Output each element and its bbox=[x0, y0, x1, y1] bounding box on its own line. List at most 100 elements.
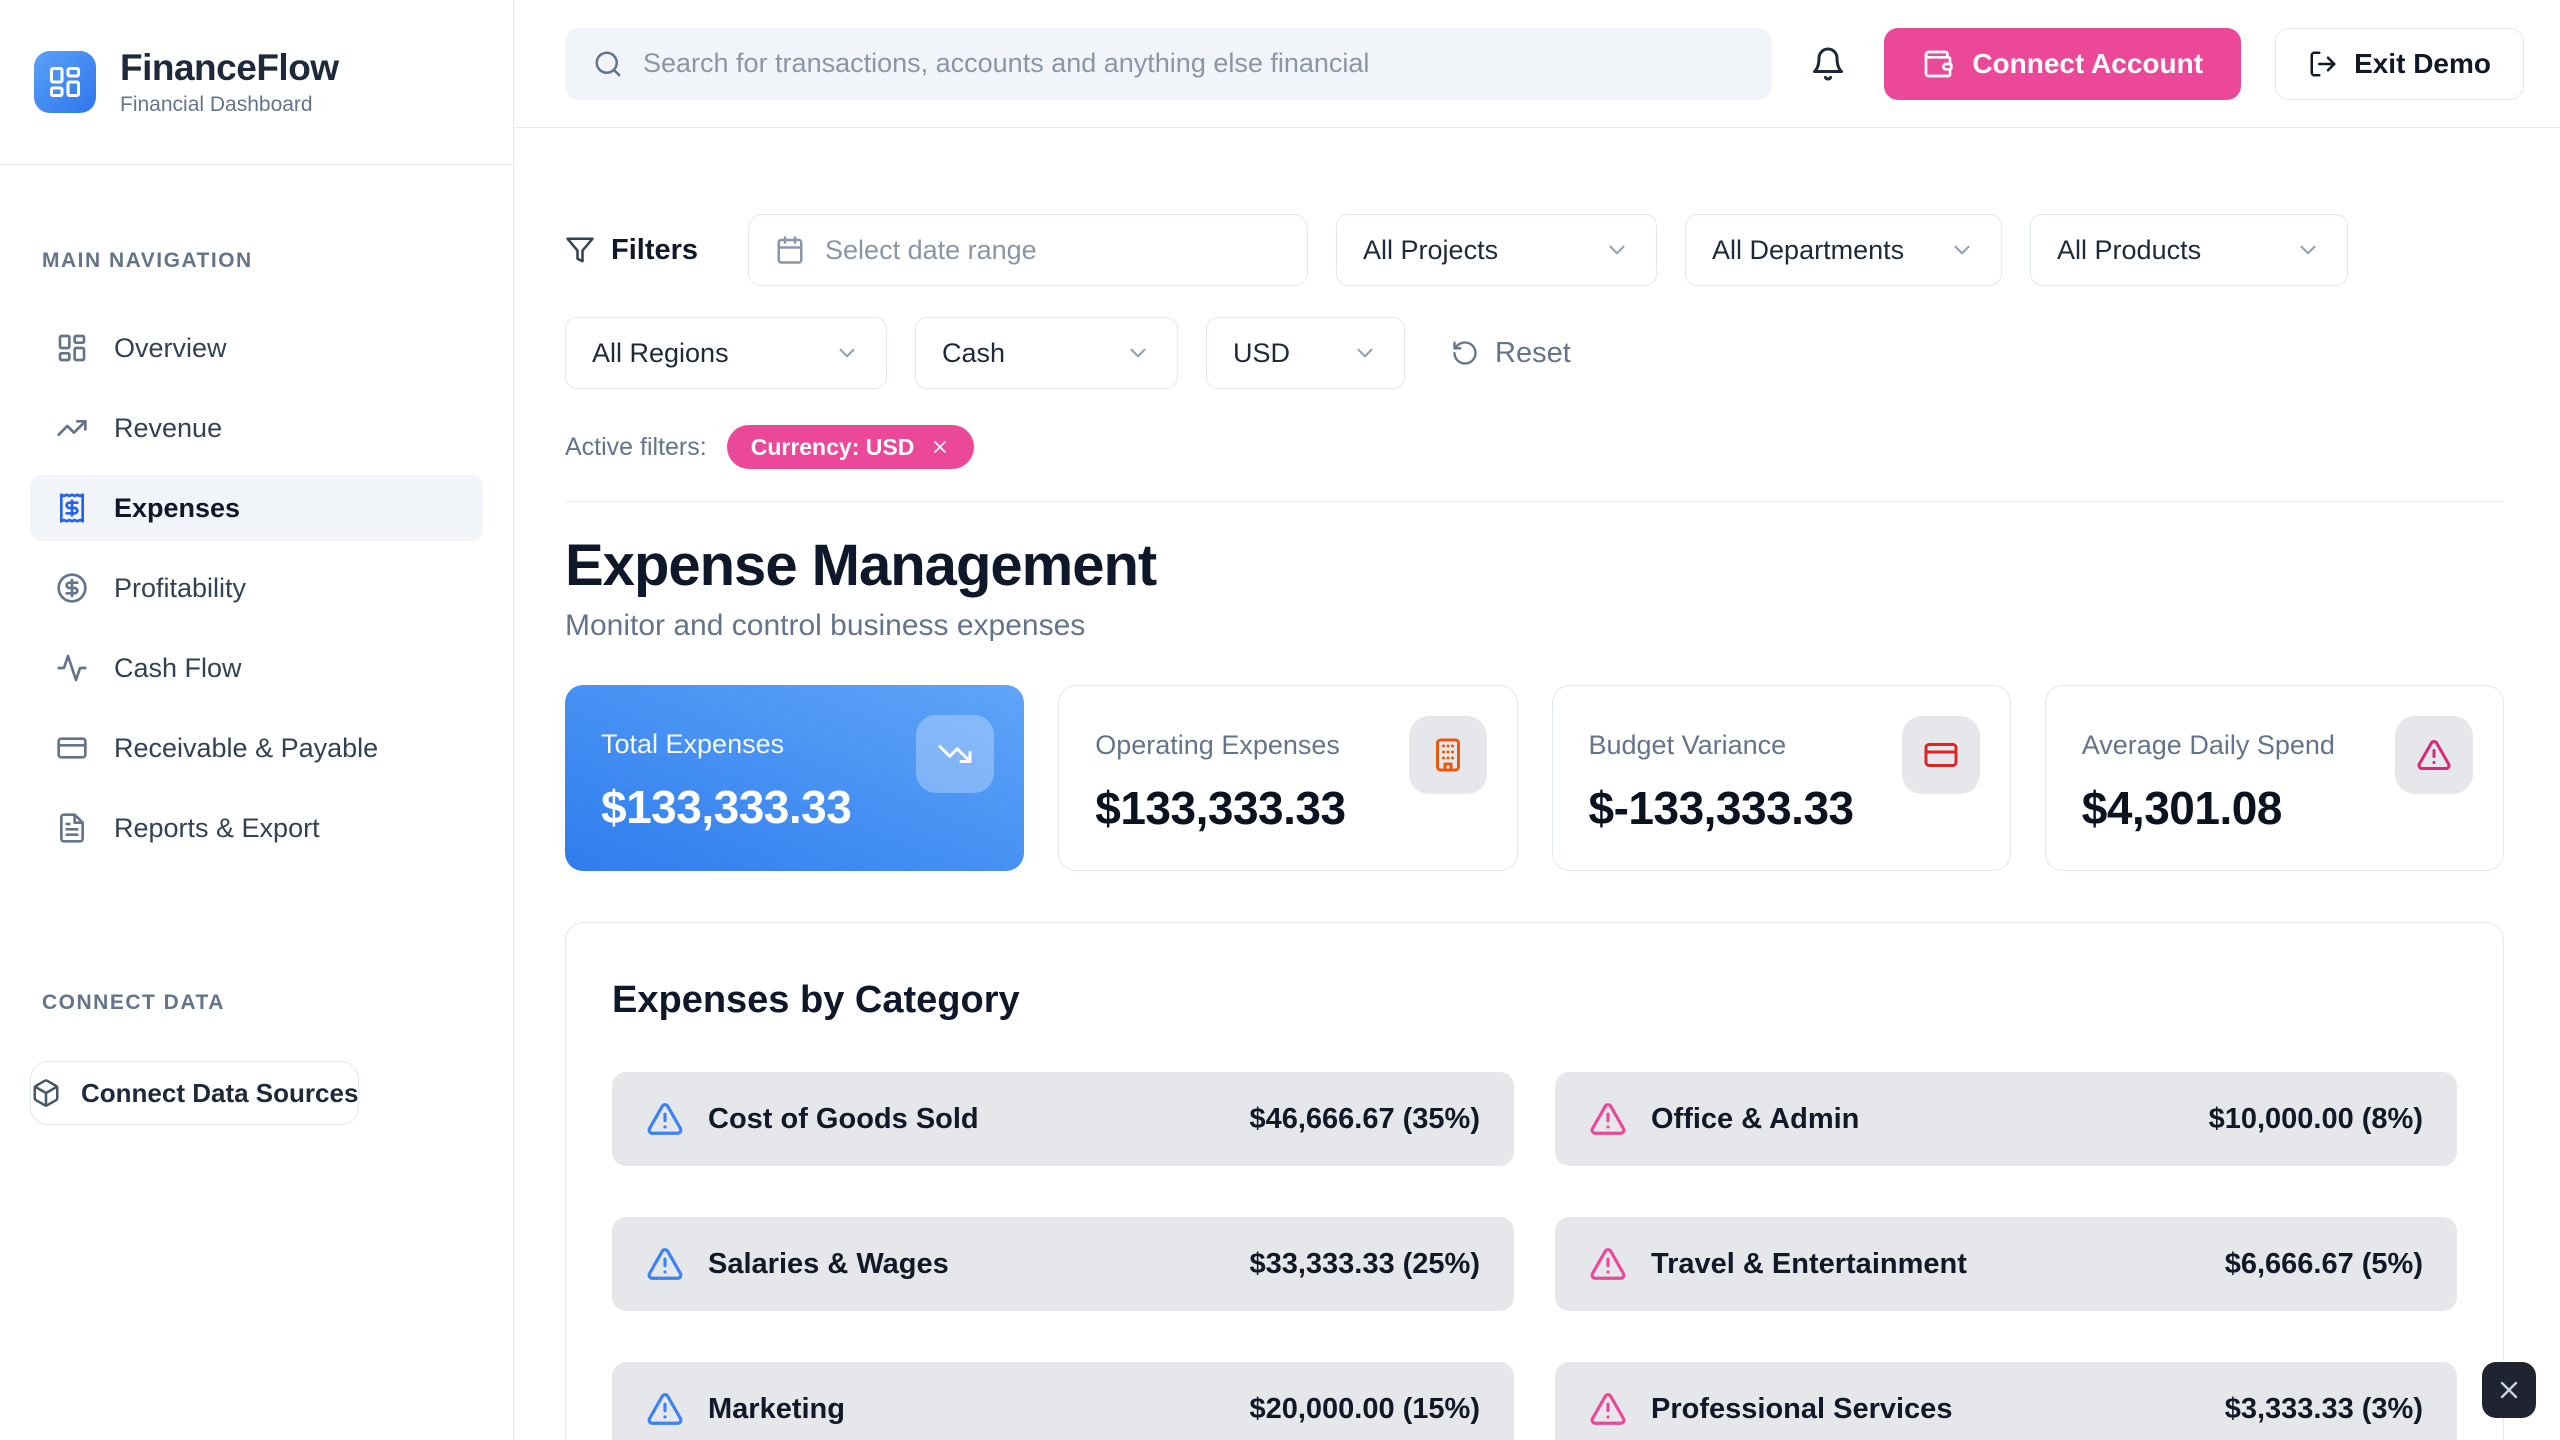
search-bar bbox=[565, 28, 1772, 100]
circle-dollar-icon bbox=[56, 572, 88, 604]
accounting-basis-dropdown[interactable]: Cash bbox=[915, 317, 1178, 389]
category-name: Cost of Goods Sold bbox=[708, 1103, 979, 1136]
accounting-basis-value: Cash bbox=[942, 338, 1005, 369]
stat-card-total-expenses[interactable]: Total Expenses $133,333.33 bbox=[565, 685, 1024, 871]
app-tagline: Financial Dashboard bbox=[120, 93, 339, 117]
category-value: $10,000.00 (8%) bbox=[2209, 1103, 2423, 1136]
category-name: Marketing bbox=[708, 1393, 845, 1426]
remove-filter-button[interactable] bbox=[930, 437, 950, 457]
active-filters-label: Active filters: bbox=[565, 433, 707, 462]
regions-dropdown[interactable]: All Regions bbox=[565, 317, 887, 389]
category-value: $33,333.33 (25%) bbox=[1249, 1248, 1480, 1281]
connect-data-sources-button[interactable]: Connect Data Sources bbox=[30, 1061, 359, 1125]
category-value: $46,666.67 (35%) bbox=[1249, 1103, 1480, 1136]
active-filters-row: Active filters: Currency: USD bbox=[565, 425, 2504, 469]
currency-dropdown-value: USD bbox=[1233, 338, 1290, 369]
receipt-icon bbox=[56, 492, 88, 524]
exit-demo-label: Exit Demo bbox=[2354, 48, 2491, 80]
credit-card-icon bbox=[56, 732, 88, 764]
close-overlay-button[interactable] bbox=[2482, 1362, 2536, 1418]
rotate-ccw-icon bbox=[1451, 339, 1479, 367]
category-row-left: Office & Admin bbox=[1589, 1100, 1859, 1138]
reset-filters-button[interactable]: Reset bbox=[1451, 337, 1571, 370]
projects-dropdown[interactable]: All Projects bbox=[1336, 214, 1657, 286]
products-dropdown[interactable]: All Products bbox=[2030, 214, 2348, 286]
stat-icon-badge bbox=[916, 715, 994, 793]
close-icon bbox=[930, 437, 950, 457]
filter-row-1: Filters All Projects All Departments All… bbox=[565, 214, 2504, 286]
brand-text: FinanceFlow Financial Dashboard bbox=[120, 47, 339, 117]
filters-label: Filters bbox=[611, 234, 698, 267]
category-name: Salaries & Wages bbox=[708, 1248, 949, 1281]
sidebar-item-overview[interactable]: Overview bbox=[30, 315, 483, 381]
sidebar-nav: Overview Revenue Expenses Profitability … bbox=[0, 315, 513, 861]
stat-card-budget-variance[interactable]: Budget Variance $-133,333.33 bbox=[1552, 685, 2011, 871]
departments-dropdown[interactable]: All Departments bbox=[1685, 214, 2002, 286]
sidebar-item-revenue[interactable]: Revenue bbox=[30, 395, 483, 461]
stat-icon-badge bbox=[1902, 716, 1980, 794]
wallet-icon bbox=[1922, 48, 1954, 80]
category-row-left: Professional Services bbox=[1589, 1390, 1952, 1428]
active-filter-chip: Currency: USD bbox=[727, 425, 975, 469]
brand-block: FinanceFlow Financial Dashboard bbox=[0, 0, 513, 165]
category-row-professional-services[interactable]: Professional Services $3,333.33 (3%) bbox=[1555, 1362, 2457, 1440]
alert-triangle-icon bbox=[1589, 1245, 1627, 1283]
stat-card-operating-expenses[interactable]: Operating Expenses $133,333.33 bbox=[1058, 685, 1517, 871]
category-row-left: Travel & Entertainment bbox=[1589, 1245, 1967, 1283]
expenses-by-category-card: Expenses by Category Cost of Goods Sold … bbox=[565, 922, 2504, 1440]
sidebar-item-reports-export[interactable]: Reports & Export bbox=[30, 795, 483, 861]
sidebar-item-label: Receivable & Payable bbox=[114, 733, 378, 764]
filters-title: Filters bbox=[565, 234, 698, 267]
category-value: $3,333.33 (3%) bbox=[2225, 1393, 2423, 1426]
chevron-down-icon bbox=[1125, 340, 1151, 366]
sidebar-item-expenses[interactable]: Expenses bbox=[30, 475, 483, 541]
file-text-icon bbox=[56, 812, 88, 844]
chevron-down-icon bbox=[1949, 237, 1975, 263]
category-row-left: Marketing bbox=[646, 1390, 845, 1428]
trending-up-icon bbox=[56, 412, 88, 444]
category-row-left: Cost of Goods Sold bbox=[646, 1100, 979, 1138]
chevron-down-icon bbox=[2295, 237, 2321, 263]
category-row-left: Salaries & Wages bbox=[646, 1245, 949, 1283]
sidebar: FinanceFlow Financial Dashboard MAIN NAV… bbox=[0, 0, 514, 1440]
category-row-office-admin[interactable]: Office & Admin $10,000.00 (8%) bbox=[1555, 1072, 2457, 1166]
sidebar-item-label: Overview bbox=[114, 333, 227, 364]
alert-triangle-icon bbox=[646, 1100, 684, 1138]
stat-icon-badge bbox=[2395, 716, 2473, 794]
expenses-by-category-title: Expenses by Category bbox=[612, 979, 2457, 1022]
connect-data-label: CONNECT DATA bbox=[42, 991, 513, 1015]
departments-dropdown-value: All Departments bbox=[1712, 235, 1904, 266]
alert-triangle-icon bbox=[1589, 1390, 1627, 1428]
connect-account-label: Connect Account bbox=[1972, 48, 2203, 80]
calendar-icon bbox=[775, 235, 805, 265]
search-icon bbox=[593, 49, 623, 79]
currency-dropdown[interactable]: USD bbox=[1206, 317, 1405, 389]
category-row-cost-of-goods-sold[interactable]: Cost of Goods Sold $46,666.67 (35%) bbox=[612, 1072, 1514, 1166]
exit-demo-button[interactable]: Exit Demo bbox=[2275, 28, 2524, 100]
notifications-button[interactable] bbox=[1806, 42, 1850, 86]
main-navigation-label: MAIN NAVIGATION bbox=[42, 249, 513, 273]
category-row-marketing[interactable]: Marketing $20,000.00 (15%) bbox=[612, 1362, 1514, 1440]
page-header: Expense Management Monitor and control b… bbox=[565, 532, 2504, 643]
app-title: FinanceFlow bbox=[120, 47, 339, 89]
log-out-icon bbox=[2308, 49, 2338, 79]
stat-card-average-daily-spend[interactable]: Average Daily Spend $4,301.08 bbox=[2045, 685, 2504, 871]
date-range-input[interactable] bbox=[825, 235, 1281, 266]
alert-triangle-icon bbox=[646, 1390, 684, 1428]
activity-icon bbox=[56, 652, 88, 684]
stats-grid: Total Expenses $133,333.33 Operating Exp… bbox=[565, 685, 2504, 871]
category-row-salaries-wages[interactable]: Salaries & Wages $33,333.33 (25%) bbox=[612, 1217, 1514, 1311]
reset-label: Reset bbox=[1495, 337, 1571, 370]
regions-dropdown-value: All Regions bbox=[592, 338, 729, 369]
sidebar-item-profitability[interactable]: Profitability bbox=[30, 555, 483, 621]
sidebar-item-label: Reports & Export bbox=[114, 813, 320, 844]
active-filter-chip-text: Currency: USD bbox=[751, 434, 915, 461]
trending-down-icon bbox=[937, 736, 973, 772]
connect-account-button[interactable]: Connect Account bbox=[1884, 28, 2241, 100]
search-input[interactable] bbox=[643, 48, 1744, 79]
category-row-travel-entertainment[interactable]: Travel & Entertainment $6,666.67 (5%) bbox=[1555, 1217, 2457, 1311]
package-icon bbox=[31, 1078, 61, 1108]
sidebar-item-receivable-payable[interactable]: Receivable & Payable bbox=[30, 715, 483, 781]
sidebar-item-cash-flow[interactable]: Cash Flow bbox=[30, 635, 483, 701]
stat-icon-badge bbox=[1409, 716, 1487, 794]
